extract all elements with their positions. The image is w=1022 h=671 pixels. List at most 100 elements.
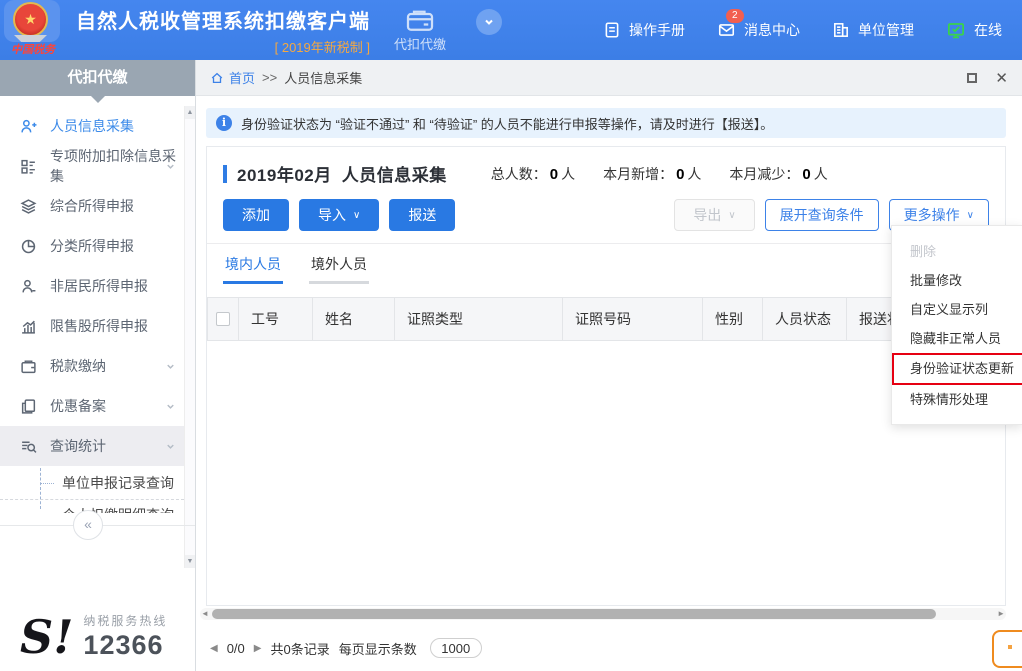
expand-query-button[interactable]: 展开查询条件 xyxy=(765,199,879,231)
online-status[interactable]: 在线 xyxy=(946,20,1002,40)
menu-item-delete[interactable]: 删除 xyxy=(892,237,1022,266)
scroll-right-icon[interactable]: ► xyxy=(997,608,1005,620)
sidebar-item-restricted-shares-income[interactable]: 限售股所得申报 xyxy=(0,306,184,346)
export-button[interactable]: 导出∨ xyxy=(674,199,754,231)
close-icon[interactable]: ✕ xyxy=(995,69,1008,87)
pagination-bar: ◀ 0/0 ▶ 共0条记录 每页显示条数 xyxy=(210,638,482,658)
breadcrumb-separator: >> xyxy=(262,70,277,85)
stats-row: 总人数：0人 本月新增：0人 本月减少：0人 xyxy=(491,164,828,184)
sidebar-item-nonresident-income[interactable]: 非居民所得申报 xyxy=(0,266,184,306)
sidebar-item-label: 非居民所得申报 xyxy=(50,276,148,296)
submit-button[interactable]: 报送 xyxy=(389,199,455,231)
person-plus-icon xyxy=(20,118,37,135)
column-header-cert-type[interactable]: 证照类型 xyxy=(395,298,563,340)
scroll-down-icon[interactable]: ▼ xyxy=(185,555,195,568)
tab-domestic-personnel[interactable]: 境内人员 xyxy=(223,254,283,284)
home-icon xyxy=(210,71,224,85)
scroll-up-icon[interactable]: ▲ xyxy=(185,106,195,119)
manual-link[interactable]: 操作手册 xyxy=(603,20,685,40)
hotline-number: 12366 xyxy=(83,630,167,661)
scroll-left-icon[interactable]: ◄ xyxy=(201,608,209,620)
horizontal-scrollbar[interactable]: ◄ ► xyxy=(200,608,1006,620)
chevron-down-icon: ∨ xyxy=(728,210,735,221)
select-all-checkbox[interactable] xyxy=(216,312,230,326)
info-icon: i xyxy=(216,115,232,131)
sidebar-item-classified-income[interactable]: 分类所得申报 xyxy=(0,226,184,266)
sidebar-scrollbar[interactable]: ▲ ▼ xyxy=(184,106,195,568)
sidebar-item-comprehensive-income[interactable]: 综合所得申报 xyxy=(0,186,184,226)
person-tabs: 境内人员 境外人员 xyxy=(207,244,1005,284)
national-emblem-icon: ★ xyxy=(13,2,48,37)
menu-item-custom-columns[interactable]: 自定义显示列 xyxy=(892,295,1022,324)
title-accent-bar xyxy=(223,165,227,183)
add-button[interactable]: 添加 xyxy=(223,199,289,231)
chevron-down-icon: ∨ xyxy=(967,210,974,221)
menu-item-batch-edit[interactable]: 批量修改 xyxy=(892,266,1022,295)
company-management-label: 单位管理 xyxy=(858,20,914,40)
more-actions-menu: 删除 批量修改 自定义显示列 隐藏非正常人员 身份验证状态更新 特殊情形处理 xyxy=(891,225,1022,425)
sidebar-item-preferential-filing[interactable]: 优惠备案 xyxy=(0,386,184,426)
app-subtitle: [ 2019年新税制 ] xyxy=(76,37,370,56)
company-management-link[interactable]: 单位管理 xyxy=(832,20,914,40)
app-title: 自然人税收管理系统扣缴客户端 xyxy=(76,5,370,34)
per-page-label: 每页显示条数 xyxy=(339,639,417,658)
chevron-down-icon xyxy=(165,401,176,412)
layers-icon xyxy=(20,198,37,215)
message-center-label: 消息中心 xyxy=(744,20,800,40)
breadcrumb: 首页 >> 人员信息采集 ✕ xyxy=(196,60,1022,96)
manual-doc-icon xyxy=(603,21,621,39)
column-header-person-status[interactable]: 人员状态 xyxy=(763,298,847,340)
next-page-icon[interactable]: ▶ xyxy=(254,643,262,654)
maximize-icon[interactable] xyxy=(967,73,977,83)
menu-item-identity-verify-update[interactable]: 身份验证状态更新 xyxy=(892,353,1022,385)
wallet-icon xyxy=(405,8,435,32)
column-header-worker-id[interactable]: 工号 xyxy=(239,298,313,340)
stat-month-removed: 本月减少：0人 xyxy=(729,164,827,184)
logo-script-text: 中国税务 xyxy=(0,42,66,57)
chevron-down-icon xyxy=(483,16,495,28)
stat-month-added: 本月新增：0人 xyxy=(603,164,701,184)
breadcrumb-home-link[interactable]: 首页 xyxy=(210,68,255,87)
sidebar: 代扣代缴 人员信息采集 专项附加扣除信息采集 xyxy=(0,60,196,671)
breadcrumb-home-label: 首页 xyxy=(229,68,255,87)
wallet-icon xyxy=(20,358,37,375)
message-count-badge: 2 xyxy=(726,9,744,23)
toolbar: 添加 导入∨ 报送 导出∨ 展开查询条件 更多操作∨ xyxy=(207,190,1005,244)
sidebar-item-label: 税款缴纳 xyxy=(50,356,106,376)
import-button[interactable]: 导入∨ xyxy=(299,199,379,231)
scrollbar-thumb[interactable] xyxy=(212,609,936,619)
chevron-down-icon xyxy=(165,161,176,172)
module-switcher[interactable]: 代扣代缴 xyxy=(394,8,446,53)
tab-foreign-personnel[interactable]: 境外人员 xyxy=(309,254,369,284)
sidebar-item-label: 限售股所得申报 xyxy=(50,316,148,336)
message-center-link[interactable]: 2 消息中心 xyxy=(717,20,800,40)
column-header-name[interactable]: 姓名 xyxy=(313,298,395,340)
main-content: 首页 >> 人员信息采集 ✕ i 身份验证状态为 “验证不通过” 和 “待验证”… xyxy=(196,60,1022,671)
module-label: 代扣代缴 xyxy=(394,34,446,53)
sidebar-item-special-deduction-collect[interactable]: 专项附加扣除信息采集 xyxy=(0,146,184,186)
online-label: 在线 xyxy=(974,20,1002,40)
sidebar-item-label: 查询统计 xyxy=(50,436,106,456)
float-side-button[interactable] xyxy=(992,630,1022,668)
module-dropdown-toggle[interactable] xyxy=(476,9,502,35)
sidebar-nav: 人员信息采集 专项附加扣除信息采集 综合所 xyxy=(0,106,184,513)
column-header-cert-number[interactable]: 证照号码 xyxy=(563,298,703,340)
grid-list-icon xyxy=(20,158,37,175)
sidebar-subitem-company-declare-query[interactable]: 单位申报记录查询 xyxy=(0,466,184,500)
manual-label: 操作手册 xyxy=(629,20,685,40)
sidebar-item-personnel-info-collect[interactable]: 人员信息采集 xyxy=(0,106,184,146)
sidebar-item-query-statistics[interactable]: 查询统计 xyxy=(0,426,184,466)
menu-item-hide-abnormal[interactable]: 隐藏非正常人员 xyxy=(892,324,1022,353)
menu-item-special-cases[interactable]: 特殊情形处理 xyxy=(892,385,1022,414)
chevron-down-icon xyxy=(165,441,176,452)
sidebar-item-label: 综合所得申报 xyxy=(50,196,134,216)
prev-page-icon[interactable]: ◀ xyxy=(210,643,218,654)
chevron-down-icon xyxy=(165,361,176,372)
collapse-sidebar-button[interactable]: « xyxy=(73,510,103,540)
app-window: ★ 中国税务 自然人税收管理系统扣缴客户端 [ 2019年新税制 ] 代扣代缴 xyxy=(0,0,1022,671)
column-header-gender[interactable]: 性别 xyxy=(703,298,763,340)
sidebar-item-tax-payment[interactable]: 税款缴纳 xyxy=(0,346,184,386)
per-page-input[interactable] xyxy=(430,638,482,658)
window-controls: ✕ xyxy=(967,69,1008,87)
section-title-row: 2019年02月 人员信息采集 总人数：0人 本月新增：0人 本月减少：0人 xyxy=(207,147,1005,190)
